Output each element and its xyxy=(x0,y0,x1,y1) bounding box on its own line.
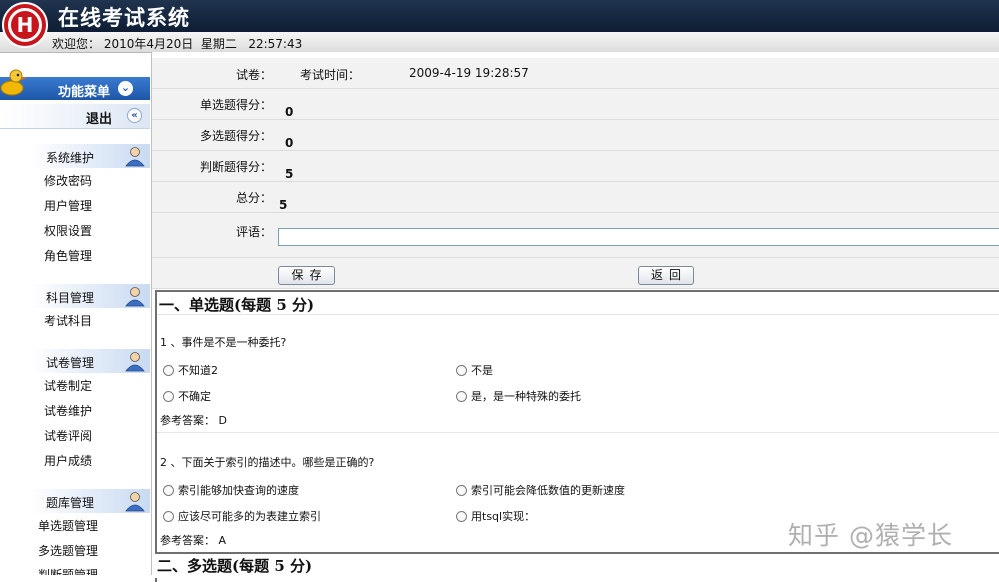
exit-button[interactable]: 退出 « xyxy=(0,104,150,129)
comment-input[interactable] xyxy=(278,228,999,246)
q2-option-a[interactable]: 索引能够加快查询的速度 xyxy=(163,482,299,498)
menu-title: 功能菜单 xyxy=(58,85,111,100)
radio-button[interactable] xyxy=(456,510,467,522)
menu-group-label: 科目管理 xyxy=(46,291,95,305)
q2-option-d[interactable]: 用tsql实现： xyxy=(456,508,535,524)
menu-item-multi-manage[interactable]: 多选题管理 xyxy=(38,542,98,559)
radio-button[interactable] xyxy=(456,364,467,376)
q1-option-c[interactable]: 不确定 xyxy=(163,388,211,404)
welcome-text: 欢迎您： 2010年4月20日 星期二 22:57:43 xyxy=(52,37,303,51)
app-title: 在线考试系统 xyxy=(58,5,190,30)
menu-item-user-score[interactable]: 用户成绩 xyxy=(44,452,92,469)
menu-group-paper[interactable]: 试卷管理 xyxy=(0,349,150,373)
mascot-icon xyxy=(0,69,27,96)
exam-time-label: 考试时间： xyxy=(300,68,361,82)
menu-item-single-manage[interactable]: 单选题管理 xyxy=(38,517,98,534)
exam-time-value: 2009-4-19 19:28:57 xyxy=(409,66,529,80)
radio-button[interactable] xyxy=(456,390,467,402)
menu-group-label: 题库管理 xyxy=(46,496,95,510)
menu-item-paper-review[interactable]: 试卷评阅 xyxy=(44,427,92,444)
section1-title: 一、单选题(每题 5 分) xyxy=(159,296,315,314)
menu-header: 功能菜单 ⌄ xyxy=(0,64,150,100)
q1-option-a[interactable]: 不知道2 xyxy=(163,362,218,378)
judge-score-value: 5 xyxy=(285,167,294,181)
menu-item-permission[interactable]: 权限设置 xyxy=(44,222,92,239)
user-icon xyxy=(125,287,145,307)
radio-button[interactable] xyxy=(456,484,467,496)
row-multi-score: 多选题得分： 0 xyxy=(152,120,999,151)
menu-group-system[interactable]: 系统维护 xyxy=(0,144,150,168)
row-total-score: 总分： 5 xyxy=(152,182,999,213)
question-2-text: 2 、下面关于索引的描述中。哪些是正确的? xyxy=(160,456,375,469)
total-score-label: 总分： xyxy=(235,191,272,205)
menu-group-label: 试卷管理 xyxy=(46,356,95,370)
multi-score-label: 多选题得分： xyxy=(199,129,272,143)
q2-answer: 参考答案： A xyxy=(160,534,227,547)
menu-item-exam-subject[interactable]: 考试科目 xyxy=(44,312,92,329)
q1-option-d[interactable]: 是，是一种特殊的委托 xyxy=(456,388,581,404)
section2-header: 二、多选题(每题 5 分) xyxy=(155,552,999,578)
menu-group-label: 系统维护 xyxy=(46,151,95,165)
chevron-down-icon[interactable]: ⌄ xyxy=(118,81,133,96)
radio-button[interactable] xyxy=(163,510,174,522)
user-icon xyxy=(125,147,145,167)
radio-button[interactable] xyxy=(163,364,174,376)
user-icon xyxy=(125,352,145,372)
user-icon xyxy=(125,492,145,512)
back-button[interactable]: 返回 xyxy=(638,266,694,285)
q1-option-b[interactable]: 不是 xyxy=(456,362,493,378)
row-paper: 试卷： 考试时间： 2009-4-19 19:28:57 xyxy=(152,58,999,89)
q1-answer: 参考答案： D xyxy=(160,414,227,427)
app-logo: H xyxy=(2,2,48,48)
chevron-double-left-icon[interactable]: « xyxy=(127,108,142,123)
radio-button[interactable] xyxy=(163,390,174,402)
paper-label: 试卷： xyxy=(235,68,272,82)
menu-group-question-bank[interactable]: 题库管理 xyxy=(0,489,150,513)
menu-item-change-password[interactable]: 修改密码 xyxy=(44,172,92,189)
question-1-text: 1 、事件是不是一种委托? xyxy=(160,336,287,349)
menu-item-judge-manage[interactable]: 判断题管理 xyxy=(38,566,98,575)
judge-score-label: 判断题得分： xyxy=(199,160,272,174)
main-content: 试卷： 考试时间： 2009-4-19 19:28:57 单选题得分： 0 多选… xyxy=(151,52,999,582)
save-button[interactable]: 保存 xyxy=(278,266,335,285)
logo-letter: H xyxy=(8,8,42,42)
menu-item-paper-maintain[interactable]: 试卷维护 xyxy=(44,402,92,419)
single-score-value: 0 xyxy=(285,105,294,119)
menu-item-user-manage[interactable]: 用户管理 xyxy=(44,197,92,214)
comment-label: 评语： xyxy=(235,225,272,239)
multi-score-value: 0 xyxy=(285,136,294,150)
row-single-score: 单选题得分： 0 xyxy=(152,89,999,120)
q2-option-c[interactable]: 应该尽可能多的为表建立索引 xyxy=(163,508,321,524)
sidebar: 功能菜单 ⌄ 退出 « 系统维护 修改密码 用户管理 权限设置 角色管理 科目管… xyxy=(0,62,151,575)
menu-group-subject[interactable]: 科目管理 xyxy=(0,284,150,308)
q2-option-b[interactable]: 索引可能会降低数值的更新速度 xyxy=(456,482,625,498)
watermark: 知乎 @猿学长 xyxy=(788,521,953,550)
menu-item-paper-create[interactable]: 试卷制定 xyxy=(44,377,92,394)
section2-title: 二、多选题(每题 5 分) xyxy=(157,557,313,575)
total-score-value: 5 xyxy=(279,198,288,212)
radio-button[interactable] xyxy=(163,484,174,496)
row-judge-score: 判断题得分： 5 xyxy=(152,151,999,182)
exit-label: 退出 xyxy=(86,112,113,127)
single-score-label: 单选题得分： xyxy=(199,98,272,112)
menu-item-role[interactable]: 角色管理 xyxy=(44,247,92,264)
